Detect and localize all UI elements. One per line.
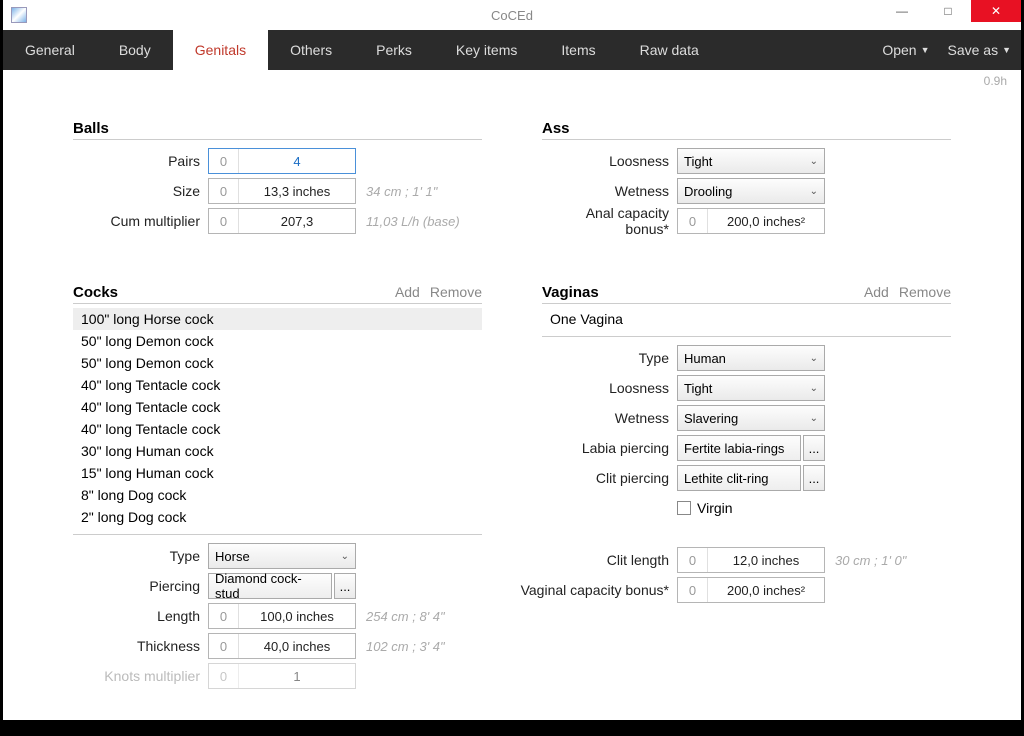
tab-genitals[interactable]: Genitals — [173, 30, 268, 70]
label-size: Size — [73, 183, 208, 199]
cocks-list: 100" long Horse cock 50" long Demon cock… — [73, 308, 482, 528]
virgin-label: Virgin — [697, 500, 733, 516]
label-cum: Cum multiplier — [73, 213, 208, 229]
tab-perks[interactable]: Perks — [354, 30, 434, 70]
minimize-button[interactable]: — — [879, 0, 925, 22]
clit-length-input[interactable]: 012,0 inches — [677, 547, 825, 573]
section-balls: Balls — [73, 120, 482, 140]
saveas-menu[interactable]: Save as▼ — [947, 42, 1011, 58]
knots-input: 01 — [208, 663, 356, 689]
label-vag-type: Type — [542, 350, 677, 366]
ass-loosness-select[interactable]: Tight⌄ — [677, 148, 825, 174]
virgin-checkbox[interactable] — [677, 501, 691, 515]
labia-piercing-input[interactable]: Fertite labia-rings — [677, 435, 801, 461]
tab-body[interactable]: Body — [97, 30, 173, 70]
cum-input[interactable]: 0207,3 — [208, 208, 356, 234]
label-pairs: Pairs — [73, 153, 208, 169]
cocks-add[interactable]: Add — [395, 284, 420, 300]
size-hint: 34 cm ; 1' 1" — [366, 184, 437, 199]
label-cock-piercing: Piercing — [73, 578, 208, 594]
vag-wetness-select[interactable]: Slavering⌄ — [677, 405, 825, 431]
label-anal-capacity: Anal capacity bonus* — [542, 205, 677, 237]
version-label: 0.9h — [984, 74, 1007, 88]
vag-capacity-input[interactable]: 0200,0 inches² — [677, 577, 825, 603]
clit-length-hint: 30 cm ; 1' 0" — [835, 553, 906, 568]
label-ass-loosness: Loosness — [542, 153, 677, 169]
vaginas-add[interactable]: Add — [864, 284, 889, 300]
label-vag-loosness: Loosness — [542, 380, 677, 396]
cock-thickness-input[interactable]: 040,0 inches — [208, 633, 356, 659]
cock-type-select[interactable]: Horse⌄ — [208, 543, 356, 569]
vaginas-list: One Vagina — [542, 308, 951, 330]
list-item[interactable]: 40" long Tentacle cock — [73, 374, 482, 396]
size-input[interactable]: 013,3 inches — [208, 178, 356, 204]
section-ass: Ass — [542, 120, 951, 140]
label-vag-wetness: Wetness — [542, 410, 677, 426]
cock-piercing-input[interactable]: Diamond cock-stud — [208, 573, 332, 599]
label-cock-thickness: Thickness — [73, 638, 208, 654]
tabbar: General Body Genitals Others Perks Key i… — [3, 30, 1021, 70]
app-icon — [11, 7, 27, 23]
chevron-down-icon: ⌄ — [810, 383, 818, 394]
chevron-down-icon: ⌄ — [810, 156, 818, 167]
list-item[interactable]: 40" long Tentacle cock — [73, 396, 482, 418]
tab-others[interactable]: Others — [268, 30, 354, 70]
label-ass-wetness: Wetness — [542, 183, 677, 199]
list-item[interactable]: 40" long Tentacle cock — [73, 418, 482, 440]
vag-type-select[interactable]: Human⌄ — [677, 345, 825, 371]
chevron-down-icon: ⌄ — [810, 413, 818, 424]
tab-key-items[interactable]: Key items — [434, 30, 539, 70]
label-vag-capacity: Vaginal capacity bonus* — [517, 582, 677, 598]
cock-length-hint: 254 cm ; 8' 4" — [366, 609, 445, 624]
labia-piercing-more[interactable]: ... — [803, 435, 825, 461]
app-window: CoCEd — □ ✕ General Body Genitals Others… — [3, 0, 1021, 720]
label-clit-piercing: Clit piercing — [542, 470, 677, 486]
section-cocks: Cocks — [73, 284, 385, 301]
list-item[interactable]: One Vagina — [542, 308, 951, 330]
anal-capacity-input[interactable]: 0200,0 inches² — [677, 208, 825, 234]
label-cock-length: Length — [73, 608, 208, 624]
close-button[interactable]: ✕ — [971, 0, 1021, 22]
tab-items[interactable]: Items — [539, 30, 617, 70]
tab-raw-data[interactable]: Raw data — [618, 30, 721, 70]
label-knots: Knots multiplier — [73, 668, 208, 684]
cock-thickness-hint: 102 cm ; 3' 4" — [366, 639, 445, 654]
chevron-down-icon: ⌄ — [810, 186, 818, 197]
cock-piercing-more[interactable]: ... — [334, 573, 356, 599]
label-cock-type: Type — [73, 548, 208, 564]
chevron-down-icon: ▼ — [921, 45, 930, 55]
vag-loosness-select[interactable]: Tight⌄ — [677, 375, 825, 401]
ass-wetness-select[interactable]: Drooling⌄ — [677, 178, 825, 204]
chevron-down-icon: ▼ — [1002, 45, 1011, 55]
chevron-down-icon: ⌄ — [810, 353, 818, 364]
list-item[interactable]: 50" long Demon cock — [73, 330, 482, 352]
cum-hint: 11,03 L/h (base) — [366, 214, 460, 229]
cocks-remove[interactable]: Remove — [430, 284, 482, 300]
list-item[interactable]: 100" long Horse cock — [73, 308, 482, 330]
window-title: CoCEd — [491, 8, 533, 23]
open-menu[interactable]: Open▼ — [882, 42, 929, 58]
list-item[interactable]: 2" long Dog cock — [73, 506, 482, 528]
cock-length-input[interactable]: 0100,0 inches — [208, 603, 356, 629]
list-item[interactable]: 8" long Dog cock — [73, 484, 482, 506]
label-clit-length: Clit length — [542, 552, 677, 568]
section-vaginas: Vaginas — [542, 284, 854, 301]
pairs-input[interactable]: 04 — [208, 148, 356, 174]
titlebar: CoCEd — □ ✕ — [3, 0, 1021, 30]
clit-piercing-more[interactable]: ... — [803, 465, 825, 491]
list-item[interactable]: 30" long Human cock — [73, 440, 482, 462]
clit-piercing-input[interactable]: Lethite clit-ring — [677, 465, 801, 491]
maximize-button[interactable]: □ — [925, 0, 971, 22]
vaginas-remove[interactable]: Remove — [899, 284, 951, 300]
tab-general[interactable]: General — [3, 30, 97, 70]
list-item[interactable]: 15" long Human cock — [73, 462, 482, 484]
label-labia-piercing: Labia piercing — [542, 440, 677, 456]
chevron-down-icon: ⌄ — [341, 551, 349, 562]
list-item[interactable]: 50" long Demon cock — [73, 352, 482, 374]
